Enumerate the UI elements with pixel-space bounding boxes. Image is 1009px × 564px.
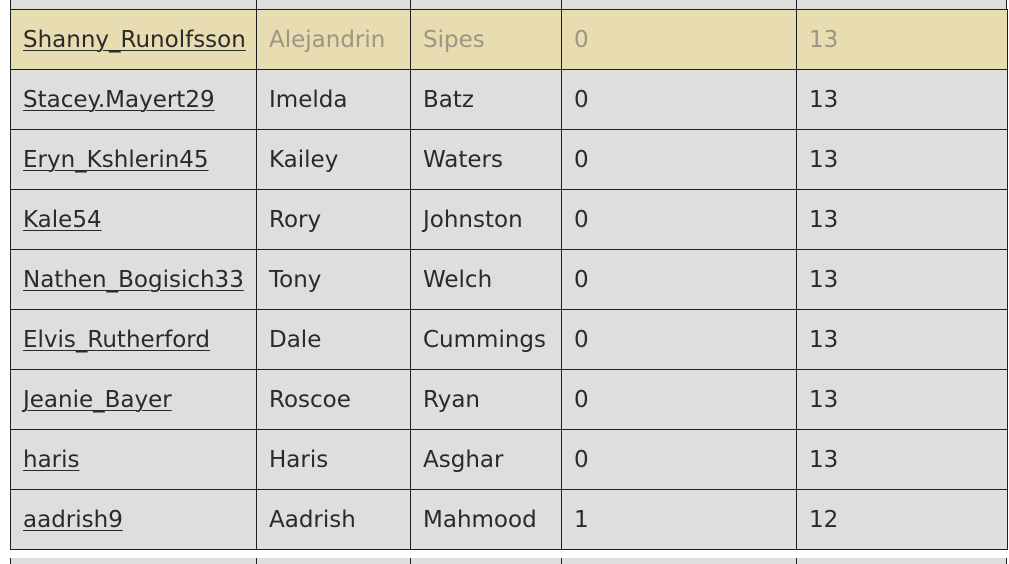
first-name-cell: Alejandrin	[256, 9, 411, 70]
next-row-edge	[10, 558, 1007, 564]
count-cell: 0	[561, 9, 797, 70]
previous-row-edge	[10, 0, 1007, 9]
username-link[interactable]: Shanny_Runolfsson	[23, 27, 246, 53]
table-row[interactable]: Shanny_Runolfsson Alejandrin Sipes 0 13	[10, 9, 1008, 70]
username-link[interactable]: Kale54	[23, 207, 102, 233]
count-cell: 0	[561, 429, 797, 490]
users-table-view: Shanny_Runolfsson Alejandrin Sipes 0 13 …	[0, 0, 1009, 564]
username-cell: Jeanie_Bayer	[10, 369, 257, 430]
first-name-cell: Kailey	[256, 129, 411, 190]
count-cell: 1	[561, 489, 797, 550]
table-row[interactable]: aadrish9 Aadrish Mahmood 1 12	[10, 489, 1008, 550]
value-cell: 12	[796, 489, 1008, 550]
username-link[interactable]: Jeanie_Bayer	[23, 387, 172, 413]
username-cell: Kale54	[10, 189, 257, 250]
first-name-cell: Tony	[256, 249, 411, 310]
username-cell: Stacey.Mayert29	[10, 69, 257, 130]
first-name-cell: Haris	[256, 429, 411, 490]
first-name-cell: Dale	[256, 309, 411, 370]
last-name-cell: Johnston	[410, 189, 562, 250]
table-row[interactable]: haris Haris Asghar 0 13	[10, 429, 1008, 490]
username-cell: aadrish9	[10, 489, 257, 550]
first-name-cell: Aadrish	[256, 489, 411, 550]
value-cell: 13	[796, 429, 1008, 490]
count-cell: 0	[561, 309, 797, 370]
first-name-cell: Rory	[256, 189, 411, 250]
value-cell: 13	[796, 129, 1008, 190]
count-cell: 0	[561, 249, 797, 310]
username-link[interactable]: haris	[23, 447, 80, 473]
last-name-cell: Ryan	[410, 369, 562, 430]
username-link[interactable]: Stacey.Mayert29	[23, 87, 215, 113]
last-name-cell: Batz	[410, 69, 562, 130]
username-cell: Nathen_Bogisich33	[10, 249, 257, 310]
count-cell: 0	[561, 189, 797, 250]
last-name-cell: Sipes	[410, 9, 562, 70]
username-link[interactable]: Elvis_Rutherford	[23, 327, 210, 353]
table-row[interactable]: Jeanie_Bayer Roscoe Ryan 0 13	[10, 369, 1008, 430]
value-cell: 13	[796, 249, 1008, 310]
count-cell: 0	[561, 369, 797, 430]
users-table: Shanny_Runolfsson Alejandrin Sipes 0 13 …	[10, 9, 1008, 550]
last-name-cell: Welch	[410, 249, 562, 310]
table-row[interactable]: Nathen_Bogisich33 Tony Welch 0 13	[10, 249, 1008, 310]
value-cell: 13	[796, 369, 1008, 430]
first-name-cell: Roscoe	[256, 369, 411, 430]
username-cell: Elvis_Rutherford	[10, 309, 257, 370]
last-name-cell: Cummings	[410, 309, 562, 370]
last-name-cell: Mahmood	[410, 489, 562, 550]
value-cell: 13	[796, 309, 1008, 370]
value-cell: 13	[796, 189, 1008, 250]
table-row[interactable]: Kale54 Rory Johnston 0 13	[10, 189, 1008, 250]
username-link[interactable]: aadrish9	[23, 507, 123, 533]
last-name-cell: Asghar	[410, 429, 562, 490]
last-name-cell: Waters	[410, 129, 562, 190]
table-row[interactable]: Elvis_Rutherford Dale Cummings 0 13	[10, 309, 1008, 370]
username-cell: haris	[10, 429, 257, 490]
first-name-cell: Imelda	[256, 69, 411, 130]
table-row[interactable]: Eryn_Kshlerin45 Kailey Waters 0 13	[10, 129, 1008, 190]
table-row[interactable]: Stacey.Mayert29 Imelda Batz 0 13	[10, 69, 1008, 130]
username-cell: Shanny_Runolfsson	[10, 9, 257, 70]
username-cell: Eryn_Kshlerin45	[10, 129, 257, 190]
username-link[interactable]: Eryn_Kshlerin45	[23, 147, 209, 173]
value-cell: 13	[796, 69, 1008, 130]
count-cell: 0	[561, 69, 797, 130]
value-cell: 13	[796, 9, 1008, 70]
username-link[interactable]: Nathen_Bogisich33	[23, 267, 244, 293]
count-cell: 0	[561, 129, 797, 190]
